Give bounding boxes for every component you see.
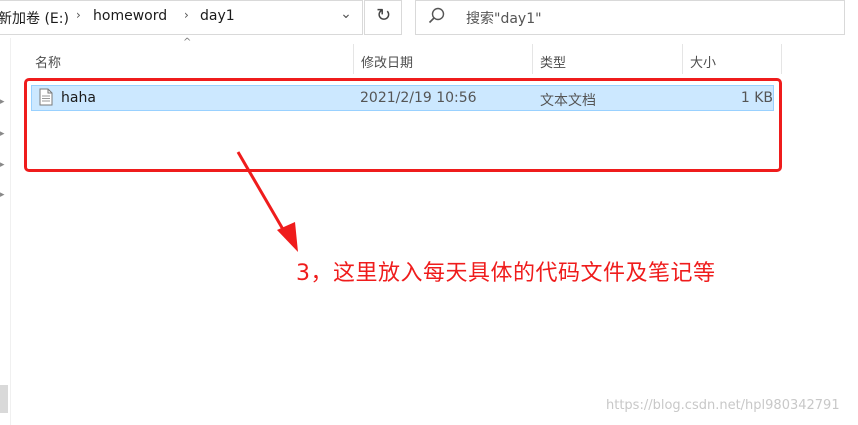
column-divider[interactable] <box>781 44 782 74</box>
annotation-highlight-box <box>24 78 782 172</box>
expand-arrow-icon[interactable]: ▸ <box>0 160 5 170</box>
nav-scrollbar[interactable] <box>0 385 8 413</box>
watermark: https://blog.csdn.net/hpl980342791 <box>606 398 840 413</box>
expand-arrow-icon[interactable]: ▸ <box>0 97 5 107</box>
search-placeholder: 搜索"day1" <box>466 11 542 27</box>
breadcrumb-day1[interactable]: day1 <box>200 8 235 24</box>
refresh-icon[interactable]: ↻ <box>376 5 391 26</box>
column-header-name[interactable]: 名称 <box>35 52 61 71</box>
expand-arrow-icon[interactable]: ▸ <box>0 190 5 200</box>
column-header-type[interactable]: 类型 <box>540 52 566 71</box>
column-divider[interactable] <box>532 44 533 74</box>
breadcrumb-drive[interactable]: 新加卷 (E:) <box>0 8 69 28</box>
search-icon <box>428 7 445 24</box>
column-header-size[interactable]: 大小 <box>690 52 716 71</box>
breadcrumb-separator[interactable]: › <box>184 8 189 22</box>
sort-ascending-icon: ^ <box>183 37 192 48</box>
annotation-text: 3，这里放入每天具体的代码文件及笔记等 <box>296 261 716 286</box>
column-divider[interactable] <box>353 44 354 74</box>
column-divider[interactable] <box>682 44 683 74</box>
column-header-modified[interactable]: 修改日期 <box>361 52 413 71</box>
annotation-arrow-icon <box>236 151 298 252</box>
breadcrumb-homeword[interactable]: homeword <box>93 8 167 24</box>
expand-arrow-icon[interactable]: ▸ <box>0 129 5 139</box>
nav-pane-divider <box>10 38 11 425</box>
breadcrumb-separator[interactable]: › <box>76 8 81 22</box>
chevron-down-icon[interactable]: ⌄ <box>338 6 354 28</box>
